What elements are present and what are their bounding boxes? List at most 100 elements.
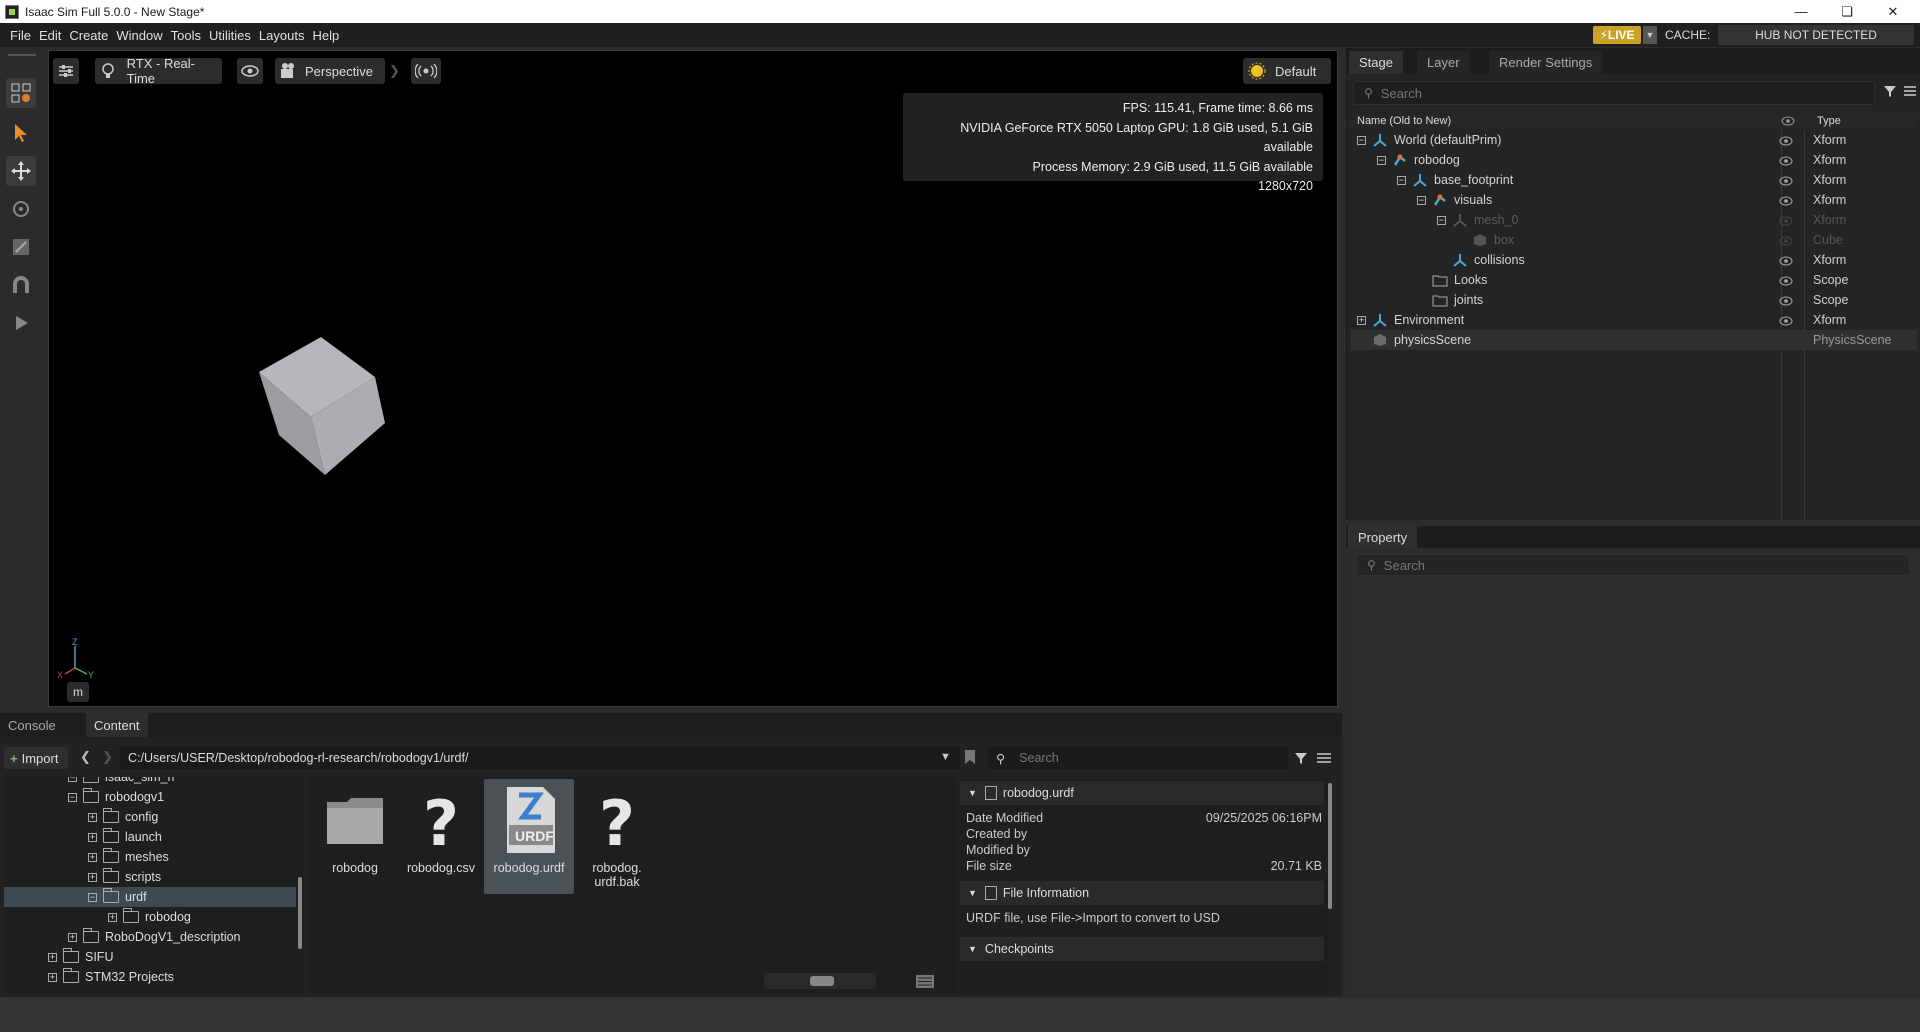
renderer-button[interactable]: RTX - Real-Time xyxy=(95,56,222,86)
move-tool-icon[interactable] xyxy=(6,156,36,186)
camera-button[interactable]: Perspective xyxy=(275,58,385,84)
menu-file[interactable]: File xyxy=(0,28,35,43)
visibility-header-eye-icon[interactable] xyxy=(1781,116,1795,126)
menu-create[interactable]: Create xyxy=(65,28,112,43)
visibility-eye-icon[interactable] xyxy=(1779,295,1793,306)
import-button[interactable]: + Import xyxy=(4,747,68,769)
visibility-eye-icon[interactable] xyxy=(1779,175,1793,186)
folder-tree-item[interactable]: + launch xyxy=(4,827,296,847)
folder-tree-item[interactable]: + SIFU xyxy=(4,947,296,967)
file-item[interactable]: robodog xyxy=(310,779,400,894)
stage-row[interactable]: Looks Scope xyxy=(1351,270,1917,290)
rotate-tool-icon[interactable] xyxy=(6,194,36,224)
stage-row[interactable]: − base_footprint Xform xyxy=(1351,170,1917,190)
units-badge[interactable]: m xyxy=(67,682,89,702)
expand-icon[interactable]: + xyxy=(88,832,97,842)
folder-tree-item[interactable]: − isaac_sim_rl xyxy=(4,777,296,787)
collapse-icon[interactable]: − xyxy=(1417,195,1426,205)
tab-content[interactable]: Content xyxy=(86,713,148,737)
visibility-eye-icon[interactable] xyxy=(1779,235,1793,246)
folder-tree-item[interactable]: − robodogv1 xyxy=(4,787,296,807)
visibility-eye-icon[interactable] xyxy=(1779,275,1793,286)
stage-row[interactable]: − visuals Xform xyxy=(1351,190,1917,210)
column-name[interactable]: Name (Old to New) xyxy=(1357,115,1451,127)
list-view-icon[interactable] xyxy=(916,975,934,991)
folder-tree-item[interactable]: + RoboDogV1_description xyxy=(4,927,296,947)
file-information-header[interactable]: ▼ File Information xyxy=(960,881,1324,905)
visibility-eye-icon[interactable] xyxy=(1779,155,1793,166)
menu-layouts[interactable]: Layouts xyxy=(255,28,309,43)
folder-tree-item[interactable]: − urdf xyxy=(4,887,296,907)
expand-icon[interactable]: + xyxy=(1357,315,1366,325)
minimize-icon[interactable]: — xyxy=(1778,0,1824,23)
folder-tree-item[interactable]: + robodog xyxy=(4,907,296,927)
expand-icon[interactable]: + xyxy=(108,912,117,922)
menu-lines-icon[interactable] xyxy=(1903,84,1917,101)
stage-row[interactable]: − World (defaultPrim) Xform xyxy=(1351,130,1917,150)
live-button[interactable]: ⚡ LIVE xyxy=(1593,26,1641,44)
menu-help[interactable]: Help xyxy=(308,28,343,43)
collapse-icon[interactable]: − xyxy=(1357,135,1366,145)
visibility-eye-icon[interactable] xyxy=(1779,135,1793,146)
menu-lines-icon[interactable] xyxy=(1316,751,1332,768)
close-icon[interactable]: ✕ xyxy=(1870,0,1916,23)
details-scrollbar[interactable] xyxy=(1328,783,1332,909)
stage-row[interactable]: physicsScene PhysicsScene xyxy=(1351,330,1917,350)
restore-icon[interactable]: ❏ xyxy=(1824,0,1870,23)
scale-tool-icon[interactable] xyxy=(6,232,36,262)
select-arrow-icon[interactable] xyxy=(6,118,36,148)
folder-tree-item[interactable]: + STM32 Projects xyxy=(4,967,296,987)
path-dropdown-icon[interactable]: ▼ xyxy=(940,751,951,763)
filter-icon[interactable] xyxy=(1883,84,1897,101)
collapse-icon[interactable]: − xyxy=(88,892,97,902)
stage-row[interactable]: − robodog Xform xyxy=(1351,150,1917,170)
path-field[interactable]: C:/Users/USER/Desktop/robodog-rl-researc… xyxy=(120,747,960,769)
drag-handle-icon[interactable] xyxy=(8,54,36,56)
visibility-eye-icon[interactable] xyxy=(237,58,263,84)
collapse-icon[interactable]: − xyxy=(68,792,77,802)
tab-layer[interactable]: Layer xyxy=(1417,51,1470,74)
tab-stage[interactable]: Stage xyxy=(1349,51,1403,74)
file-item[interactable]: ? robodog. urdf.bak xyxy=(572,779,662,894)
viewport[interactable]: RTX - Real-Time Perspective ❯ Default FP… xyxy=(48,50,1338,707)
content-search-input[interactable]: ⚲ Search xyxy=(988,747,1288,769)
folder-tree-item[interactable]: + scripts xyxy=(4,867,296,887)
stage-search-input[interactable]: ⚲ Search xyxy=(1353,81,1875,105)
stage-row[interactable]: + Environment Xform xyxy=(1351,310,1917,330)
visibility-eye-icon[interactable] xyxy=(1779,315,1793,326)
expand-icon[interactable]: + xyxy=(88,852,97,862)
thumbnail-size-slider[interactable] xyxy=(764,973,876,989)
play-icon[interactable] xyxy=(6,308,36,338)
magnet-snap-icon[interactable] xyxy=(6,270,36,300)
collapse-icon[interactable]: − xyxy=(68,777,77,782)
column-type[interactable]: Type xyxy=(1817,115,1841,127)
snap-tool-icon[interactable] xyxy=(6,78,36,108)
back-arrow-icon[interactable]: ❮ xyxy=(80,749,91,765)
tab-render-settings[interactable]: Render Settings xyxy=(1489,51,1603,74)
lighting-button[interactable]: Default xyxy=(1243,58,1331,84)
folder-tree-item[interactable]: + meshes xyxy=(4,847,296,867)
expand-icon[interactable]: + xyxy=(68,932,77,942)
menu-tools[interactable]: Tools xyxy=(167,28,205,43)
filter-icon[interactable] xyxy=(1294,751,1308,768)
tab-console[interactable]: Console xyxy=(0,713,64,737)
expand-icon[interactable]: + xyxy=(88,812,97,822)
visibility-eye-icon[interactable] xyxy=(1779,255,1793,266)
collapse-icon[interactable]: − xyxy=(1397,175,1406,185)
details-header[interactable]: ▼ robodog.urdf xyxy=(960,781,1324,805)
tab-property[interactable]: Property xyxy=(1348,526,1418,548)
bookmark-icon[interactable] xyxy=(964,749,976,768)
cube-object[interactable] xyxy=(239,331,389,481)
stage-row[interactable]: − mesh_0 Xform xyxy=(1351,210,1917,230)
visibility-eye-icon[interactable] xyxy=(1779,195,1793,206)
file-item[interactable]: ? robodog.csv xyxy=(396,779,486,894)
visibility-eye-icon[interactable] xyxy=(1779,215,1793,226)
stage-row[interactable]: collisions Xform xyxy=(1351,250,1917,270)
stage-row[interactable]: box Cube xyxy=(1351,230,1917,250)
sensor-broadcast-icon[interactable] xyxy=(411,58,441,84)
live-dropdown-icon[interactable]: ▼ xyxy=(1643,26,1657,44)
stage-row[interactable]: joints Scope xyxy=(1351,290,1917,310)
forward-arrow-icon[interactable]: ❯ xyxy=(102,749,113,765)
tree-scrollbar[interactable] xyxy=(298,877,302,949)
expand-icon[interactable]: + xyxy=(48,952,57,962)
